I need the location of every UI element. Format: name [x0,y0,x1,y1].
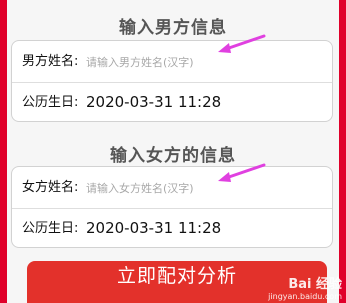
male-name-label: 男方姓名: [22,54,79,69]
male-birth-row[interactable]: 公历生日: 2020-03-31 11:28 [12,82,332,123]
female-birth-label: 公历生日: [22,221,79,236]
female-birth-value[interactable]: 2020-03-31 11:28 [86,208,221,249]
male-name-input[interactable] [86,53,326,71]
male-birth-value[interactable]: 2020-03-31 11:28 [86,82,221,123]
female-section-title: 输入女方的信息 [110,146,236,166]
female-name-input[interactable] [86,179,326,197]
male-birth-label: 公历生日: [22,95,79,110]
male-info-card: 男方姓名: 公历生日: 2020-03-31 11:28 [11,40,333,122]
watermark-name: Bai 经验 [288,277,342,292]
annotation-arrow-icon [218,163,266,182]
female-name-label: 女方姓名: [22,180,79,195]
form-panel: 输入男方信息 男方姓名: 公历生日: 2020-03-31 11:28 输入女方… [7,0,339,303]
female-name-row: 女方姓名: [12,167,332,209]
female-birth-row[interactable]: 公历生日: 2020-03-31 11:28 [12,208,332,249]
female-info-card: 女方姓名: 公历生日: 2020-03-31 11:28 [11,166,333,248]
annotation-arrow-icon [218,34,266,53]
male-section-title: 输入男方信息 [119,18,227,38]
baidu-jingyan-watermark: Bai 经验 jingyan.baidu.com [268,273,342,301]
male-name-row: 男方姓名: [12,41,332,83]
watermark-url: jingyan.baidu.com [268,292,342,301]
